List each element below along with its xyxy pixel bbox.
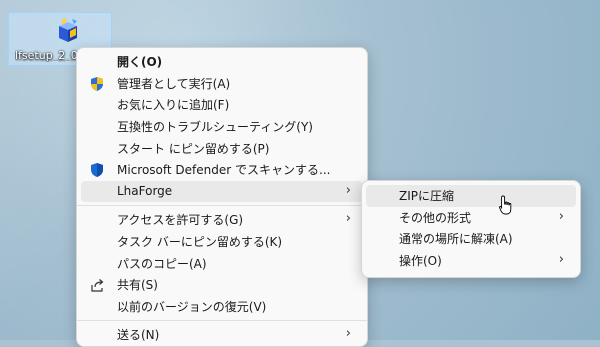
menu-item-copy-path[interactable]: パスのコピー(A) [81, 252, 363, 274]
menu-item-lhaforge-label: LhaForge [117, 184, 173, 199]
menu-item-send-to-label: 送る(N) [117, 328, 160, 343]
lhaforge-submenu: ZIPに圧縮 その他の形式 › 通常の場所に解凍(A) 操作(O) › [361, 180, 581, 278]
menu-item-defender-scan[interactable]: Microsoft Defender でスキャンする... [81, 159, 363, 181]
menu-item-open-label: 開く(O) [117, 55, 163, 70]
share-icon [91, 278, 104, 292]
submenu-item-zip-compress-label: ZIPに圧縮 [399, 189, 454, 204]
context-menu: 開く(O) 管理者として実行(A) お気に入りに追加(F) 互換性のトラブルシュ… [76, 47, 368, 347]
menu-item-add-favorites[interactable]: お気に入りに追加(F) [81, 94, 363, 116]
menu-separator [77, 205, 367, 207]
menu-item-add-favorites-label: お気に入りに追加(F) [117, 98, 230, 113]
chevron-right-icon: › [345, 211, 351, 227]
uac-shield-icon [91, 76, 103, 91]
mouse-cursor-hand-icon [499, 195, 512, 215]
chevron-right-icon: › [558, 251, 564, 267]
menu-item-grant-access-label: アクセスを許可する(G) [117, 213, 244, 228]
menu-item-share[interactable]: 共有(S) [81, 274, 363, 296]
menu-item-copy-path-label: パスのコピー(A) [117, 256, 207, 271]
submenu-item-extract-default-label: 通常の場所に解凍(A) [399, 232, 513, 247]
submenu-item-operations-label: 操作(O) [399, 254, 442, 269]
menu-item-run-as-admin[interactable]: 管理者として実行(A) [81, 73, 363, 95]
submenu-item-extract-default[interactable]: 通常の場所に解凍(A) [366, 228, 576, 250]
menu-item-grant-access[interactable]: アクセスを許可する(G) › [81, 209, 363, 231]
menu-item-restore-previous-label: 以前のバージョンの復元(V) [117, 299, 267, 314]
chevron-right-icon: › [345, 182, 351, 198]
menu-item-lhaforge[interactable]: LhaForge › [81, 180, 363, 203]
menu-item-share-label: 共有(S) [117, 278, 158, 293]
submenu-item-other-formats[interactable]: その他の形式 › [366, 207, 576, 229]
menu-item-send-to[interactable]: 送る(N) › [81, 324, 363, 346]
submenu-item-zip-compress[interactable]: ZIPに圧縮 [366, 185, 576, 207]
chevron-right-icon: › [345, 326, 351, 342]
chevron-right-icon: › [558, 208, 564, 224]
submenu-item-operations[interactable]: 操作(O) › [366, 250, 576, 272]
menu-item-restore-previous[interactable]: 以前のバージョンの復元(V) [81, 296, 363, 318]
menu-item-pin-taskbar[interactable]: タスク バーにピン留めする(K) [81, 231, 363, 253]
menu-item-compat-troubleshoot[interactable]: 互換性のトラブルシューティング(Y) [81, 116, 363, 138]
menu-item-pin-start[interactable]: スタート にピン留めする(P) [81, 137, 363, 159]
menu-item-pin-taskbar-label: タスク バーにピン留めする(K) [117, 235, 283, 250]
submenu-item-other-formats-label: その他の形式 [399, 210, 472, 225]
menu-item-defender-scan-label: Microsoft Defender でスキャンする... [117, 163, 331, 178]
menu-separator [77, 320, 367, 322]
setup-package-icon [59, 18, 77, 42]
defender-shield-icon [91, 162, 103, 177]
menu-item-run-as-admin-label: 管理者として実行(A) [117, 76, 231, 91]
menu-item-pin-start-label: スタート にピン留めする(P) [117, 141, 270, 156]
menu-item-open[interactable]: 開く(O) [81, 51, 363, 73]
menu-item-compat-troubleshoot-label: 互換性のトラブルシューティング(Y) [117, 120, 313, 135]
